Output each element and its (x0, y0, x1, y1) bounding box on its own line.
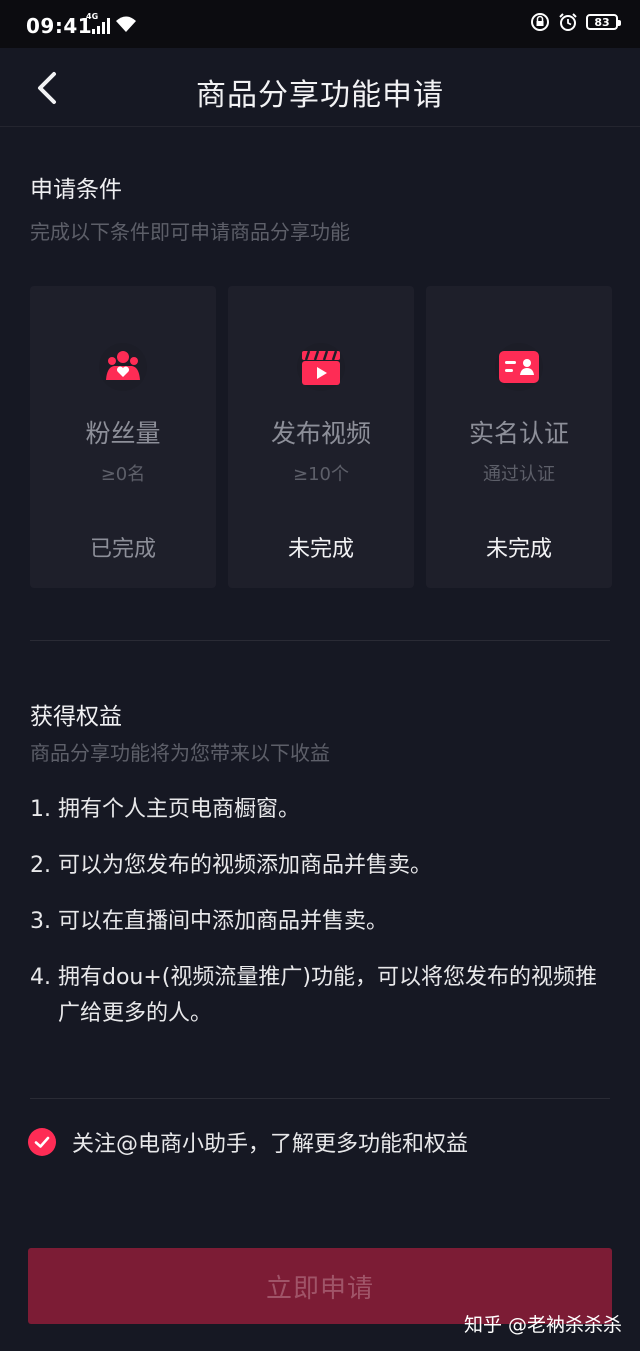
benefits-subtitle: 商品分享功能将为您带来以下收益 (30, 741, 330, 765)
id-card-icon (495, 343, 543, 391)
wifi-icon (116, 16, 136, 32)
battery-icon: 83 (586, 14, 621, 30)
status-bar: 09:41 4G 83 (0, 0, 640, 48)
condition-status: 未完成 (287, 537, 354, 562)
condition-requirement: ≥0名 (100, 464, 146, 485)
list-item-text: 可以在直播间中添加商品并售卖。 (58, 909, 389, 934)
condition-name: 粉丝量 (85, 419, 161, 448)
fans-icon (99, 343, 147, 391)
condition-card-video: 发布视频 ≥10个 未完成 (228, 286, 414, 588)
condition-card-identity: 实名认证 通过认证 未完成 (426, 286, 612, 588)
follow-checkbox-row[interactable]: 关注@电商小助手，了解更多功能和权益 (28, 1126, 468, 1158)
list-item-text: 拥有dou+(视频流量推广)功能，可以将您发布的视频推广给更多的人。 (58, 965, 597, 1026)
watermark: 知乎 @老衲杀杀杀 (463, 1314, 622, 1336)
follow-label[interactable]: 关注@电商小助手，了解更多功能和权益 (72, 1126, 468, 1158)
condition-requirement: ≥10个 (293, 464, 349, 485)
list-item-number: 1. (30, 797, 51, 822)
list-item-number: 4. (30, 965, 51, 990)
condition-status: 已完成 (89, 537, 156, 562)
status-right: 83 (530, 12, 621, 32)
lock-rotation-icon (531, 13, 549, 31)
video-icon (297, 343, 345, 391)
condition-card-fans: 粉丝量 ≥0名 已完成 (30, 286, 216, 588)
battery-level: 83 (594, 15, 610, 29)
list-item: 1. 拥有个人主页电商橱窗。 (30, 792, 605, 828)
list-item: 2. 可以为您发布的视频添加商品并售卖。 (30, 848, 605, 884)
nav-bar: 商品分享功能申请 (0, 48, 640, 127)
list-item: 3. 可以在直播间中添加商品并售卖。 (30, 904, 605, 940)
follow-checkbox[interactable] (28, 1128, 56, 1156)
page-title: 商品分享功能申请 (196, 78, 444, 113)
list-item-text: 可以为您发布的视频添加商品并售卖。 (58, 853, 433, 878)
cellular-signal-icon: 4G (86, 12, 112, 36)
benefits-title: 获得权益 (30, 704, 122, 730)
divider (30, 1098, 610, 1099)
list-item-number: 3. (30, 909, 51, 934)
benefits-list: 1. 拥有个人主页电商橱窗。 2. 可以为您发布的视频添加商品并售卖。 3. 可… (30, 792, 605, 1052)
condition-name: 实名认证 (468, 419, 569, 448)
status-time: 09:41 (26, 14, 93, 38)
condition-name: 发布视频 (270, 419, 371, 448)
list-item: 4. 拥有dou+(视频流量推广)功能，可以将您发布的视频推广给更多的人。 (30, 960, 605, 1032)
divider (30, 640, 610, 641)
conditions-title: 申请条件 (30, 177, 122, 203)
list-item-number: 2. (30, 853, 51, 878)
condition-status: 未完成 (485, 537, 552, 562)
list-item-text: 拥有个人主页电商橱窗。 (58, 797, 301, 822)
conditions-subtitle: 完成以下条件即可申请商品分享功能 (30, 220, 350, 244)
checkmark-icon (34, 1136, 50, 1148)
alarm-icon (559, 13, 577, 31)
condition-requirement: 通过认证 (483, 464, 555, 485)
condition-cards: 粉丝量 ≥0名 已完成 发布视频 ≥10个 未完成 实名认证 通过认证 未完成 (30, 286, 612, 588)
